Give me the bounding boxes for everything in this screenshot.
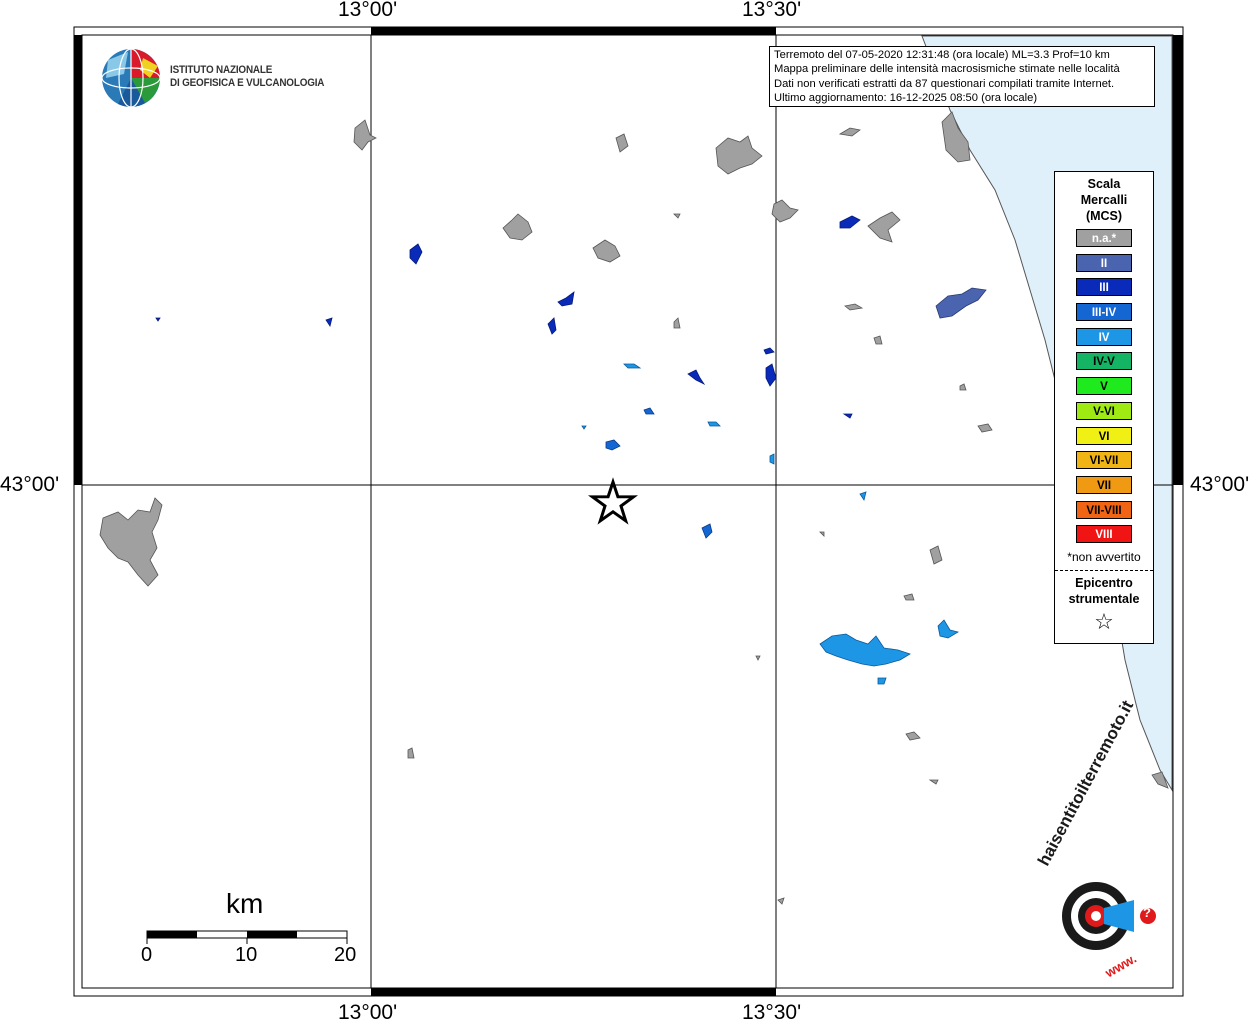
legend-item: VI-VII [1076,451,1132,470]
legend-item: V [1076,377,1132,396]
legend-item: n.a.* [1076,229,1132,247]
legend-epi-line1: Epicentro [1075,575,1133,590]
event-info-line3: Dati non verificati estratti da 87 quest… [774,77,1115,90]
legend-item: VII-VIII [1076,500,1132,519]
mcs-legend: Scala Mercalli (MCS) n.a.* II III III-IV IV I… [1054,171,1154,644]
legend-footnote: *non avvertito [1067,549,1141,564]
legend-item: IV [1076,327,1132,346]
legend-item: II [1076,253,1132,272]
legend-epi-line2: strumentale [1068,591,1140,606]
event-info-line4: Ultimo aggiornamento: 16-12-2025 08:50 (… [774,91,1038,104]
coord-top-right: 13°30' [742,0,802,21]
legend-title: Scala Mercalli (MCS) [1055,176,1153,224]
legend-title-line2: Mercalli [1080,193,1128,207]
frame-right-thick [1173,35,1183,485]
scale-bar [146,930,348,944]
legend-item: V-VI [1076,401,1132,420]
frame-bottom-thick [371,988,776,996]
legend-item: VIII [1076,525,1132,544]
event-info-line2: Mappa preliminare delle intensità macros… [774,63,1120,76]
scale-tick-20: 20 [334,944,357,966]
coord-bottom-right: 13°30' [742,1001,802,1024]
coord-bottom-left: 13°00' [338,1001,398,1024]
legend-item: IV-V [1076,352,1132,371]
scale-tick-0: 0 [141,944,153,966]
ingv-logo-icon [101,48,161,108]
epicenter-star [587,477,639,525]
legend-star-icon: ☆ [1094,608,1114,634]
legend-items: n.a.* II III III-IV IV IV-V V V-VI VI VI-VII VII VI… [1055,229,1153,544]
localities-intensity-iv [581,363,960,685]
legend-epicenter-label: Epicentro strumentale [1055,575,1153,607]
scale-tick-10: 10 [235,944,258,966]
ingv-line2: DI GEOFISICA E VULCANOLOGIA [170,77,325,89]
event-info-line1: Terremoto del 07-05-2020 12:31:48 (ora l… [774,49,1110,61]
localities-not-felt [99,111,1169,905]
ingv-logo-text: ISTITUTO NAZIONALE DI GEOFISICA E VULCAN… [170,64,324,90]
hsi-logo-question: ? [1143,905,1151,920]
legend-item: III [1076,278,1132,297]
hsi-logo-icon [1062,882,1156,950]
scale-title: km [226,888,264,919]
frame-left-thick [74,35,82,485]
legend-title-line1: Scala [1087,177,1121,191]
localities-intensity-iii [155,215,861,419]
legend-title-line3: (MCS) [1085,209,1123,223]
coord-top-left: 13°00' [338,0,398,21]
legend-separator [1055,569,1153,571]
coord-right-lat: 43°00' [1190,473,1250,496]
frame-top-thick [371,27,776,35]
ingv-line1: ISTITUTO NAZIONALE [170,64,273,76]
coord-left-lat: 43°00' [0,473,60,496]
localities-intensity-ii [935,287,987,319]
legend-item: III-IV [1076,303,1132,322]
legend-item: VII [1076,475,1132,494]
event-info-box: Terremoto del 07-05-2020 12:31:48 (ora l… [769,46,1155,108]
legend-item: VI [1076,426,1132,445]
